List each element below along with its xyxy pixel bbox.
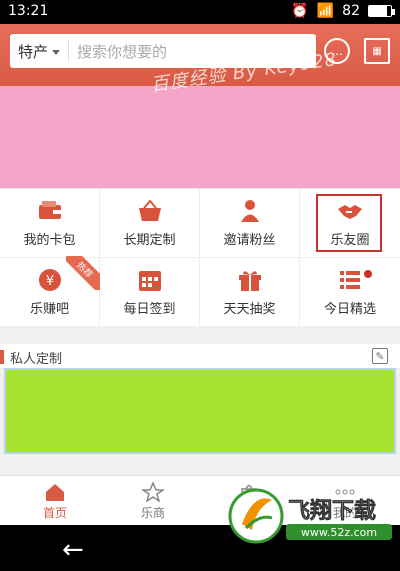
back-arrow-icon[interactable]: ← [62,535,84,565]
hot-ribbon: 热荐 [66,256,100,290]
highlight-box [316,194,382,252]
edit-icon[interactable]: ✎ [372,348,388,364]
section-header: 私人定制 ✎ [0,344,400,368]
grid-item-daily-checkin[interactable]: 每日签到 [100,258,200,327]
basket-icon [136,198,164,223]
grid-item-today-picks[interactable]: 今日精选 [300,258,400,327]
search-input[interactable]: 搜索你想要的 [69,41,167,62]
grid-item-long-term[interactable]: 长期定制 [100,189,200,258]
custom-content-area[interactable] [4,368,396,454]
status-bar: 13:21 ⏰ 📶 82 [0,0,400,24]
city-label: 特产 [18,42,49,61]
grid-item-invite-fans[interactable]: 邀请粉丝 [200,189,300,258]
section-title: 私人定制 [10,352,63,367]
wifi-icon: 📶 [316,3,335,19]
wallet-icon [36,199,64,223]
status-icons: ⏰ 📶 82 [291,3,395,19]
city-selector[interactable]: 特产 [10,41,68,62]
qr-scan-icon[interactable]: ▦ [364,38,390,64]
site-logo: 飞翔下载 www.52z.com [228,488,392,544]
grid-item-card-wallet[interactable]: 我的卡包 [0,189,100,258]
calendar-icon [136,268,164,292]
svg-text:飞翔下载: 飞翔下载 [288,498,376,524]
chevron-down-icon [52,49,61,55]
person-icon [236,199,264,223]
section-accent-bar [0,350,4,364]
list-icon [336,268,364,292]
yuan-coin-icon: ¥ [36,268,64,292]
svg-text:¥: ¥ [45,274,53,289]
battery-icon [368,5,395,17]
tab-merchant[interactable]: 乐商 [103,482,203,521]
gift-icon [236,268,264,292]
star-shop-icon [141,482,165,502]
svg-text:www.52z.com: www.52z.com [301,526,377,539]
alarm-icon: ⏰ [291,3,309,19]
home-icon [43,482,67,502]
battery-text: 82 [342,3,360,19]
grid-item-daily-lottery[interactable]: 天天抽奖 [200,258,300,327]
status-time: 13:21 [8,3,49,19]
tab-home[interactable]: 首页 [5,482,105,521]
notification-dot [364,270,372,278]
banner[interactable] [0,86,400,188]
